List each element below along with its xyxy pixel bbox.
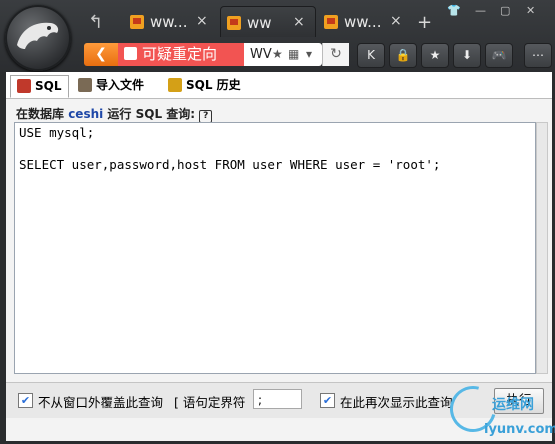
- warning-icon: [124, 47, 137, 60]
- address-bar[interactable]: WV ★ ▦ ▾: [244, 43, 322, 66]
- tab-title: ww: [247, 14, 272, 32]
- browser-chrome: ↰ ww... × ww × ww... × + 👕 — ▢ ✕ ❮ 可疑重定向…: [0, 0, 555, 72]
- editor-scrollbar[interactable]: [536, 122, 548, 374]
- back-button[interactable]: ❮: [84, 43, 118, 66]
- restore-icon[interactable]: ▢: [500, 4, 510, 17]
- tab-title: ww...: [344, 13, 382, 31]
- redirect-warning-text: 可疑重定向: [142, 45, 218, 63]
- skin-icon[interactable]: 👕: [447, 4, 461, 17]
- tab-close-icon[interactable]: ×: [293, 14, 305, 30]
- show-again-label: 在此再次显示此查询: [340, 395, 453, 410]
- legend-suffix: 运行 SQL 查询:: [103, 107, 196, 121]
- qrcode-icon[interactable]: ▦: [288, 43, 299, 66]
- tab-sql-label: SQL: [35, 79, 62, 93]
- dropdown-icon[interactable]: ▾: [306, 43, 312, 66]
- history-back-icon[interactable]: ↰: [88, 12, 103, 33]
- show-again-checkbox[interactable]: ✔: [320, 393, 335, 408]
- refresh-icon: ↻: [330, 46, 342, 62]
- tab-title: ww...: [150, 13, 188, 31]
- delimiter-label: [ 语句定界符: [174, 395, 246, 410]
- menu-icon: ⋯: [532, 48, 544, 62]
- history-icon: [168, 78, 182, 92]
- legend-prefix: 在数据库: [16, 107, 69, 121]
- tab-close-icon[interactable]: ×: [390, 13, 402, 29]
- star-icon: ★: [429, 48, 441, 62]
- url-text: WV: [250, 47, 272, 62]
- query-legend: 在数据库 ceshi 运行 SQL 查询: ?: [16, 105, 213, 123]
- tab-sql[interactable]: SQL: [10, 75, 69, 98]
- tab-import-label: 导入文件: [96, 78, 145, 92]
- chevron-left-icon: ❮: [95, 46, 107, 62]
- new-tab-button[interactable]: +: [417, 12, 432, 33]
- delimiter-input[interactable]: ;: [253, 389, 302, 409]
- refresh-button[interactable]: ↻: [322, 43, 349, 66]
- bookmark-star-icon[interactable]: ★: [272, 43, 283, 66]
- tab-favicon-icon: [324, 15, 338, 29]
- k-button[interactable]: K: [357, 43, 385, 68]
- browser-tab-3[interactable]: ww... ×: [318, 6, 412, 36]
- browser-tab-1[interactable]: ww... ×: [124, 6, 216, 36]
- browser-tab-2-active[interactable]: ww ×: [220, 6, 316, 37]
- lock-button[interactable]: 🔒: [389, 43, 417, 68]
- database-link[interactable]: ceshi: [68, 107, 103, 121]
- import-icon: [78, 78, 92, 92]
- tab-sql-history[interactable]: SQL 历史: [168, 75, 241, 96]
- watermark-cn: 运维网: [492, 397, 534, 413]
- no-overwrite-label: 不从窗口外覆盖此查询: [38, 395, 164, 410]
- browser-logo[interactable]: [5, 5, 71, 71]
- tab-favicon-icon: [227, 16, 241, 30]
- sql-icon: [17, 79, 31, 93]
- minimize-icon[interactable]: —: [475, 4, 486, 17]
- games-button[interactable]: 🎮: [485, 43, 513, 68]
- gamepad-icon: 🎮: [491, 48, 507, 62]
- no-overwrite-checkbox[interactable]: ✔: [18, 393, 33, 408]
- download-button[interactable]: ⬇: [453, 43, 481, 68]
- watermark-logo: 运维网 iyunv.com: [441, 377, 555, 442]
- watermark-url: iyunv.com: [484, 422, 555, 437]
- tab-favicon-icon: [130, 15, 144, 29]
- tab-close-icon[interactable]: ×: [196, 13, 208, 29]
- query-tabs: SQL 导入文件 SQL 历史: [6, 72, 552, 99]
- k-icon: K: [367, 48, 375, 62]
- close-window-icon[interactable]: ✕: [526, 4, 535, 17]
- sql-query-editor[interactable]: [14, 122, 536, 374]
- tab-import[interactable]: 导入文件: [78, 75, 144, 96]
- menu-button[interactable]: ⋯: [524, 43, 552, 68]
- favorites-button[interactable]: ★: [421, 43, 449, 68]
- tab-history-label: SQL 历史: [186, 78, 241, 92]
- redirect-warning[interactable]: 可疑重定向: [118, 43, 244, 66]
- download-icon: ⬇: [461, 48, 473, 62]
- lock-icon: 🔒: [395, 48, 411, 62]
- cheetah-icon: [17, 22, 59, 49]
